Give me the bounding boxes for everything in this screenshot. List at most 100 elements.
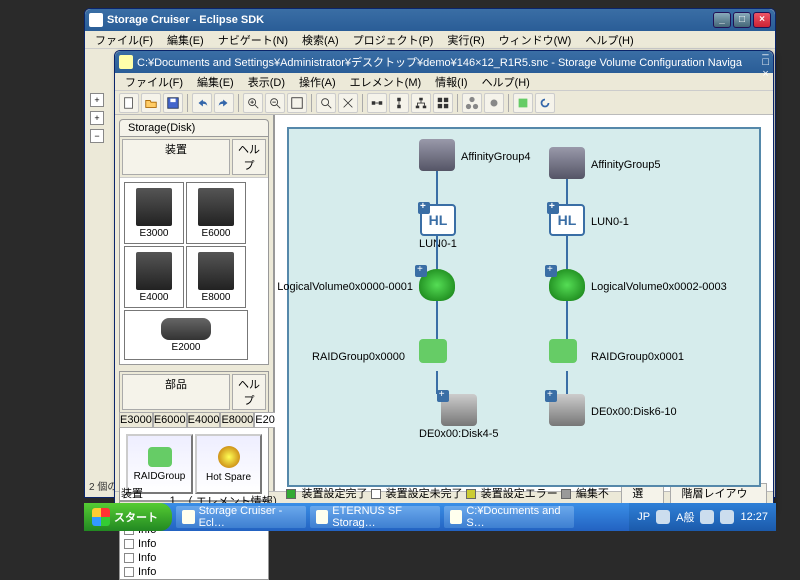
redo-button[interactable] [214, 93, 234, 113]
eclipse-menu-item[interactable]: プロジェクト(P) [347, 31, 440, 49]
eclipse-menu-item[interactable]: 検索(A) [296, 31, 345, 49]
task-label: Storage Cruiser - Ecl… [199, 506, 300, 528]
config-menu-item[interactable]: 表示(D) [242, 73, 291, 91]
config-menu-item[interactable]: 編集(E) [191, 73, 240, 91]
config-titlebar[interactable]: C:¥Documents and Settings¥Administrator¥… [115, 51, 773, 73]
parts-help-button[interactable]: ヘルプ [232, 374, 266, 410]
part-tab-e3000[interactable]: E3000 [119, 412, 153, 428]
add-badge-icon [415, 265, 427, 277]
layout-horizontal-button[interactable] [367, 93, 387, 113]
task-icon [316, 510, 328, 524]
status-row[interactable]: Info [120, 551, 268, 565]
new-button[interactable] [119, 93, 139, 113]
diagram-node-vol[interactable]: LogicalVolume0x0000-0001 [419, 269, 455, 301]
device-e8000[interactable]: E8000 [186, 246, 246, 308]
diagram-node-server[interactable]: AffinityGroup4 [419, 139, 455, 171]
eclipse-maximize-button[interactable]: □ [733, 12, 751, 28]
eclipse-menu-item[interactable]: ナビゲート(N) [212, 31, 294, 49]
canvas-scroll[interactable]: AffinityGroup4 HLLUN0-1 LogicalVolume0x000… [275, 115, 773, 491]
device-label: E8000 [202, 292, 231, 303]
refresh-button[interactable] [535, 93, 555, 113]
part-label: RAIDGroup [134, 471, 186, 482]
eclipse-menu-item[interactable]: ヘルプ(H) [579, 31, 639, 49]
raid-icon [148, 447, 172, 467]
tree-expand-button[interactable]: + [90, 93, 104, 107]
device-panel-title: 装置 [122, 139, 230, 175]
legend-swatch [561, 489, 571, 499]
eclipse-menu-item[interactable]: 編集(E) [161, 31, 210, 49]
diagram-node-server[interactable]: AffinityGroup5 [549, 147, 585, 179]
config-close-button[interactable]: × [762, 68, 769, 80]
save-button[interactable] [163, 93, 183, 113]
config-maximize-button[interactable]: □ [762, 56, 769, 68]
tree-expand-button[interactable]: + [90, 111, 104, 125]
config-menu-item[interactable]: ヘルプ(H) [476, 73, 536, 91]
config-menu-item[interactable]: 情報(I) [429, 73, 473, 91]
element-group-button[interactable] [462, 93, 482, 113]
config-minimize-button[interactable]: _ [762, 44, 769, 56]
drive-icon [549, 394, 585, 426]
diagram-node-raid[interactable]: RAIDGroup0x0001 [549, 339, 577, 363]
zoom-in-button[interactable] [243, 93, 263, 113]
tray-icon[interactable] [656, 510, 670, 524]
config-menu-item[interactable]: ファイル(F) [119, 73, 189, 91]
config-title: C:¥Documents and Settings¥Administrator¥… [137, 54, 762, 70]
apply-button[interactable] [513, 93, 533, 113]
legend-swatch [286, 489, 296, 499]
part-tab-e8000[interactable]: E8000 [220, 412, 254, 428]
part-tab-e4000[interactable]: E4000 [187, 412, 221, 428]
device-e6000[interactable]: E6000 [186, 182, 246, 244]
node-label: DE0x00:Disk4-5 [419, 428, 498, 440]
diagram-canvas[interactable]: AffinityGroup4 HLLUN0-1 LogicalVolume0x000… [287, 127, 761, 487]
layout-tree-button[interactable] [411, 93, 431, 113]
layout-grid-button[interactable] [433, 93, 453, 113]
taskbar-task[interactable]: ETERNUS SF Storag… [310, 506, 440, 528]
eclipse-minimize-button[interactable]: _ [713, 12, 731, 28]
eclipse-menu-item[interactable]: 実行(R) [441, 31, 490, 49]
device-e3000[interactable]: E3000 [124, 182, 184, 244]
diagram-node-raid[interactable]: RAIDGroup0x0000 [419, 339, 447, 363]
find-button[interactable] [316, 93, 336, 113]
zoom-out-button[interactable] [265, 93, 285, 113]
status-row[interactable]: Info [120, 565, 268, 579]
undo-button[interactable] [192, 93, 212, 113]
eclipse-menu-item[interactable]: ファイル(F) [89, 31, 159, 49]
status-row[interactable]: Info [120, 537, 268, 551]
cut-button[interactable] [338, 93, 358, 113]
eclipse-menu-item[interactable]: ウィンドウ(W) [493, 31, 578, 49]
config-menu-item[interactable]: エレメント(M) [344, 73, 428, 91]
part-tab-e6000[interactable]: E6000 [153, 412, 187, 428]
node-label: RAIDGroup0x0000 [312, 351, 405, 363]
taskbar-task[interactable]: Storage Cruiser - Ecl… [176, 506, 306, 528]
device-help-button[interactable]: ヘルプ [232, 139, 266, 175]
legend-swatch [371, 489, 381, 499]
device-e2000[interactable]: E2000 [124, 310, 248, 360]
zoom-fit-button[interactable] [287, 93, 307, 113]
layout-vertical-button[interactable] [389, 93, 409, 113]
diagram-node-drive[interactable]: DE0x00:Disk6-10 [549, 394, 585, 426]
ime-language[interactable]: JP [637, 511, 650, 523]
start-button[interactable]: スタート [84, 503, 172, 531]
tree-expand-button[interactable]: − [90, 129, 104, 143]
config-menu-item[interactable]: 操作(A) [293, 73, 342, 91]
eclipse-close-button[interactable]: × [753, 12, 771, 28]
tray-icon[interactable] [720, 510, 734, 524]
status-text: Info [138, 538, 156, 550]
palette-tab-storage[interactable]: Storage(Disk) [119, 119, 269, 136]
eclipse-menubar: ファイル(F)編集(E)ナビゲート(N)検索(A)プロジェクト(P)実行(R)ウ… [85, 31, 775, 49]
storage-device-icon [136, 252, 172, 290]
legend-label: 装置設定未完了 [383, 488, 466, 500]
part-spare[interactable]: Hot Spare [195, 434, 262, 494]
diagram-node-hl[interactable]: HLLUN0-1 [549, 204, 585, 236]
tray-icon[interactable] [700, 510, 714, 524]
raid-icon [419, 339, 447, 363]
element-single-button[interactable] [484, 93, 504, 113]
device-e4000[interactable]: E4000 [124, 246, 184, 308]
eclipse-titlebar[interactable]: Storage Cruiser - Eclipse SDK _ □ × [85, 9, 775, 31]
taskbar-task[interactable]: C:¥Documents and S… [444, 506, 574, 528]
diagram-node-drive[interactable]: DE0x00:Disk4-5 [419, 394, 498, 440]
eclipse-title: Storage Cruiser - Eclipse SDK [107, 14, 713, 26]
ime-mode[interactable]: A般 [676, 509, 694, 525]
diagram-node-vol[interactable]: LogicalVolume0x0002-0003 [549, 269, 585, 301]
open-button[interactable] [141, 93, 161, 113]
